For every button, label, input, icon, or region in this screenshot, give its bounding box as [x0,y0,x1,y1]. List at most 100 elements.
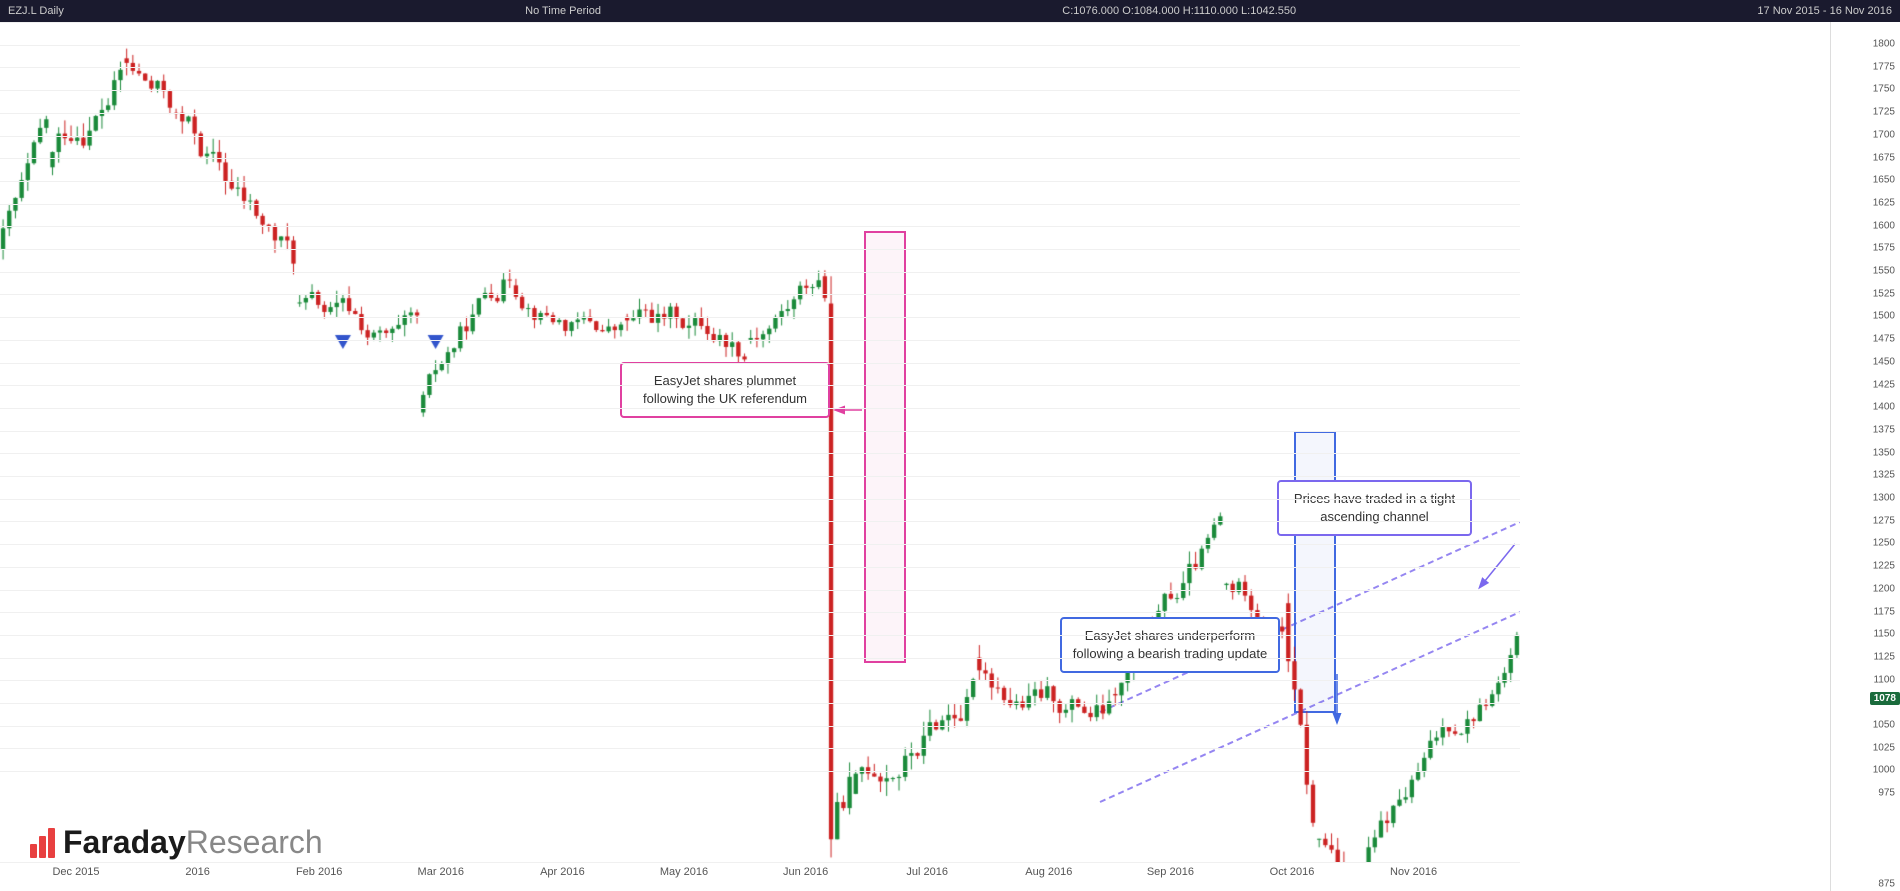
price-label-1650: 1650 [1873,175,1895,186]
logo-bar-3 [48,828,55,858]
logo-icon [30,828,55,858]
price-label-1175: 1175 [1873,606,1895,617]
price-label-1675: 1675 [1873,152,1895,163]
price-label-1150: 1150 [1873,629,1895,640]
grid-line [0,181,1520,182]
grid-line [0,45,1520,46]
top-bar: EZJ.L Daily No Time Period C:1076.000 O:… [0,0,1900,22]
grid-line [0,317,1520,318]
grid-line [0,703,1520,704]
grid-line [0,590,1520,591]
price-label-1475: 1475 [1873,334,1895,345]
grid-line [0,294,1520,295]
current-price-badge: 1078 [1870,692,1900,705]
price-label-1025: 1025 [1873,742,1895,753]
x-label: Nov 2016 [1390,866,1437,878]
price-label-1750: 1750 [1873,84,1895,95]
grid-line [0,113,1520,114]
chart-container: EZJ.L Daily No Time Period C:1076.000 O:… [0,0,1900,891]
candlestick-chart [0,22,1520,862]
price-label-1300: 1300 [1873,493,1895,504]
logo-bar-2 [39,836,46,858]
grid-line [0,680,1520,681]
grid-line [0,771,1520,772]
grid-line [0,90,1520,91]
logo-text: FaradayResearch [63,824,323,861]
price-label-1800: 1800 [1873,39,1895,50]
price-label-1275: 1275 [1873,515,1895,526]
price-label-1225: 1225 [1873,561,1895,572]
timeperiod-info: No Time Period [525,5,601,17]
price-label-1200: 1200 [1873,583,1895,594]
grid-line [0,862,1520,863]
x-label: Mar 2016 [418,866,464,878]
price-label-1125: 1125 [1873,651,1895,662]
logo-suffix: Research [186,824,323,860]
grid-line [0,612,1520,613]
grid-line [0,340,1520,341]
price-label-1525: 1525 [1873,288,1895,299]
symbol-info: EZJ.L Daily [8,5,64,17]
grid-line [0,136,1520,137]
price-label-1000: 1000 [1873,765,1895,776]
price-label-1550: 1550 [1873,266,1895,277]
grid-line [0,544,1520,545]
date-range-info: 17 Nov 2015 - 16 Nov 2016 [1757,5,1892,17]
grid-line [0,204,1520,205]
x-label: Jun 2016 [783,866,828,878]
grid-line [0,158,1520,159]
annotation-channel-text: Prices have traded in a tight ascending … [1294,491,1455,524]
price-label-1575: 1575 [1873,243,1895,254]
price-label-1700: 1700 [1873,129,1895,140]
x-label: Oct 2016 [1270,866,1315,878]
x-label: Aug 2016 [1025,866,1072,878]
price-label-1350: 1350 [1873,447,1895,458]
x-label: Feb 2016 [296,866,342,878]
price-label-1625: 1625 [1873,197,1895,208]
price-label-1725: 1725 [1873,107,1895,118]
grid-line [0,22,1520,23]
price-label-1500: 1500 [1873,311,1895,322]
grid-line [0,635,1520,636]
annotation-bearish-text: EasyJet shares underperform following a … [1073,628,1267,661]
ohlc-info: C:1076.000 O:1084.000 H:1110.000 L:1042.… [1062,5,1296,17]
logo-brand: Faraday [63,824,186,860]
annotation-referendum: EasyJet shares plummet following the UK … [620,362,830,418]
grid-line [0,567,1520,568]
x-label: Apr 2016 [540,866,585,878]
x-label: Jul 2016 [906,866,948,878]
price-axis: 1800177517501725170016751650162516001575… [1830,22,1900,891]
grid-line [0,272,1520,273]
x-label: Sep 2016 [1147,866,1194,878]
price-label-1375: 1375 [1873,424,1895,435]
price-label-1425: 1425 [1873,379,1895,390]
grid-line [0,726,1520,727]
price-label-1775: 1775 [1873,61,1895,72]
annotation-bearish: EasyJet shares underperform following a … [1060,617,1280,673]
grid-line [0,499,1520,500]
grid-line [0,408,1520,409]
grid-line [0,226,1520,227]
x-label: 2016 [185,866,209,878]
chart-area: Dec 20152016Feb 2016Mar 2016Apr 2016May … [0,22,1520,891]
grid-line [0,521,1520,522]
grid-line [0,476,1520,477]
grid-line [0,385,1520,386]
grid-line [0,249,1520,250]
price-label-1325: 1325 [1873,470,1895,481]
price-label-1250: 1250 [1873,538,1895,549]
grid-line [0,363,1520,364]
x-label: May 2016 [660,866,708,878]
grid-line [0,431,1520,432]
annotation-channel: Prices have traded in a tight ascending … [1277,480,1472,536]
price-label-1100: 1100 [1873,674,1895,685]
price-label-975: 975 [1878,788,1895,799]
grid-line [0,453,1520,454]
price-label-1450: 1450 [1873,356,1895,367]
logo: FaradayResearch [30,824,323,861]
logo-bar-1 [30,844,37,858]
x-axis: Dec 20152016Feb 2016Mar 2016Apr 2016May … [0,866,1520,886]
price-label-875: 875 [1878,879,1895,890]
grid-line [0,748,1520,749]
grid-line [0,658,1520,659]
